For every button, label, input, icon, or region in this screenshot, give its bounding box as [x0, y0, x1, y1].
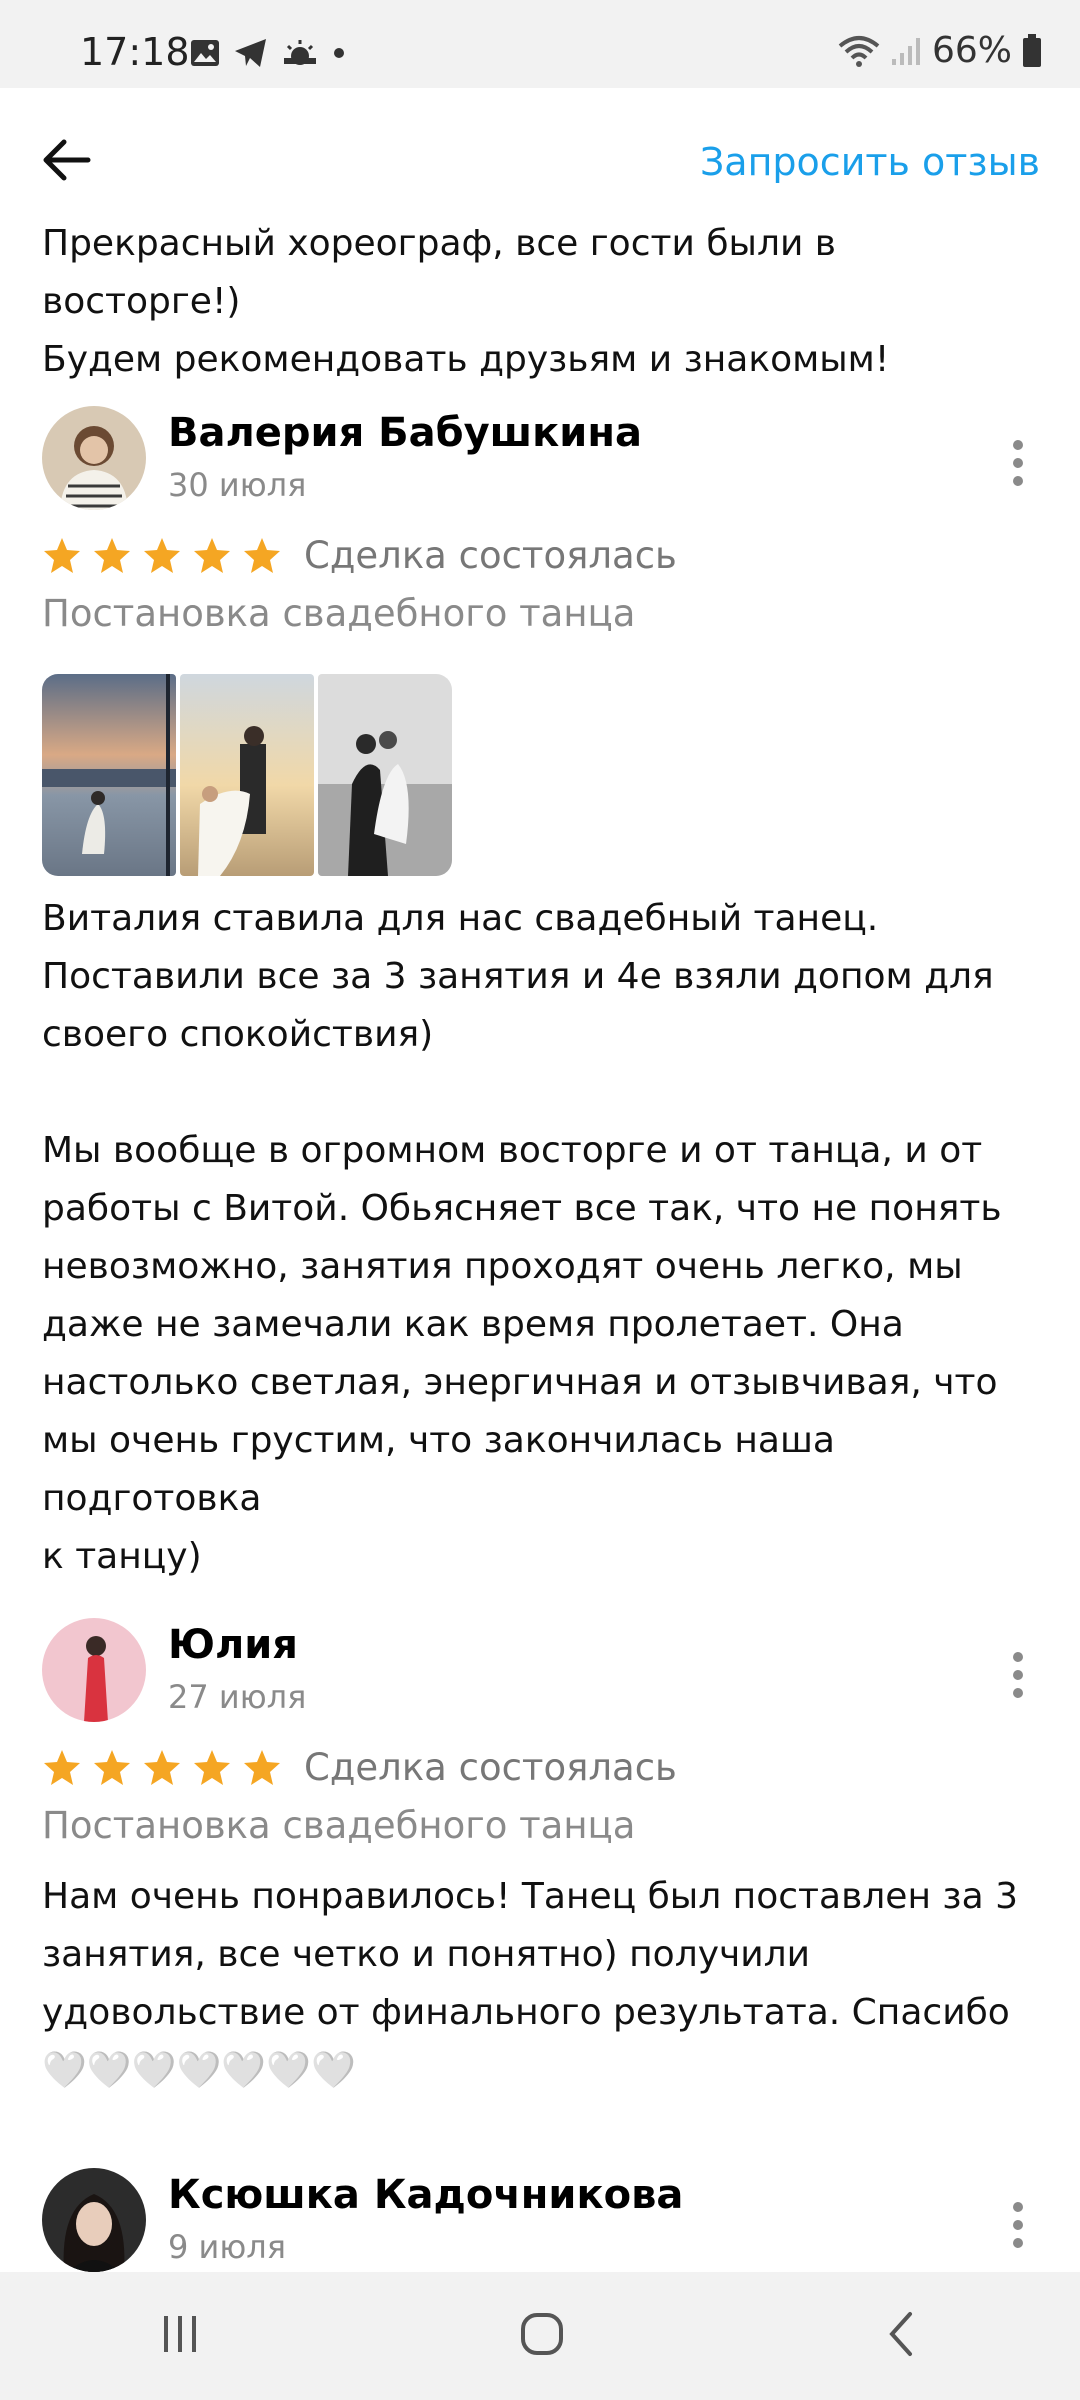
review-photos: [42, 674, 452, 876]
avatar[interactable]: [42, 1618, 146, 1722]
review-text: Виталия ставила для нас свадебный танец.…: [42, 898, 1002, 1577]
status-notification-icons: [190, 38, 346, 68]
review-date: 9 июля: [168, 2228, 286, 2266]
review-list: Прекрасный хореограф, все гости были в в…: [0, 215, 1080, 389]
star-icon: [94, 538, 130, 573]
arrow-left-icon: [43, 139, 91, 181]
review-photo[interactable]: [42, 674, 176, 876]
signal-icon: [891, 37, 920, 65]
wifi-icon: [838, 35, 880, 67]
star-icon: [44, 538, 80, 573]
more-options-button[interactable]: [1008, 2202, 1028, 2252]
star-icon: [194, 1750, 230, 1785]
back-nav-button[interactable]: [882, 2310, 922, 2363]
rating-stars: [42, 536, 282, 576]
rating-stars: [42, 1748, 282, 1788]
review-date: 30 июля: [168, 466, 307, 504]
review-photo[interactable]: [318, 674, 452, 876]
star-icon: [44, 1750, 80, 1785]
battery-icon: [1023, 33, 1041, 67]
review-date: 27 июля: [168, 1678, 307, 1716]
status-time: 17:18: [80, 30, 190, 74]
star-icon: [144, 538, 180, 573]
review-photo[interactable]: [180, 674, 314, 876]
author-name[interactable]: Юлия: [168, 1622, 298, 1668]
home-icon: [521, 2312, 563, 2355]
review-text: Нам очень понравилось! Танец был поставл…: [42, 1876, 1018, 2091]
dot-icon: [334, 48, 344, 58]
avatar[interactable]: [42, 406, 146, 510]
status-bar: 17:18 66%: [0, 0, 1080, 88]
service-name: Постановка свадебного танца: [42, 592, 636, 635]
request-review-link[interactable]: Запросить отзыв: [700, 140, 1040, 184]
star-icon: [244, 538, 280, 573]
more-options-icon: [1013, 2202, 1023, 2212]
more-options-icon: [1013, 440, 1023, 450]
more-options-icon: [1013, 1652, 1023, 1662]
home-button[interactable]: [518, 2310, 566, 2363]
star-icon: [94, 1750, 130, 1785]
more-options-button[interactable]: [1008, 1652, 1028, 1702]
star-icon: [244, 1750, 280, 1785]
back-button[interactable]: [42, 138, 102, 188]
status-system-icons: 66%: [838, 30, 1042, 71]
deal-status: Сделка состоялась: [304, 534, 677, 577]
review-text-partial: Прекрасный хореограф, все гости были в в…: [42, 223, 890, 380]
chevron-left-icon: [889, 2311, 912, 2356]
image-icon: [191, 40, 219, 66]
recent-apps-icon: [164, 2315, 196, 2352]
service-name: Постановка свадебного танца: [42, 1804, 636, 1847]
more-options-button[interactable]: [1008, 440, 1028, 490]
battery-percentage: 66%: [931, 30, 1012, 71]
system-navigation-bar: [0, 2272, 1080, 2400]
recent-apps-button[interactable]: [158, 2312, 202, 2361]
avatar[interactable]: [42, 2168, 146, 2272]
author-name[interactable]: Ксюшка Кадочникова: [168, 2172, 683, 2218]
star-icon: [194, 538, 230, 573]
star-icon: [144, 1750, 180, 1785]
telegram-icon: [235, 39, 266, 67]
deal-status: Сделка состоялась: [304, 1746, 677, 1789]
author-name[interactable]: Валерия Бабушкина: [168, 410, 642, 456]
weather-icon: [284, 40, 316, 65]
